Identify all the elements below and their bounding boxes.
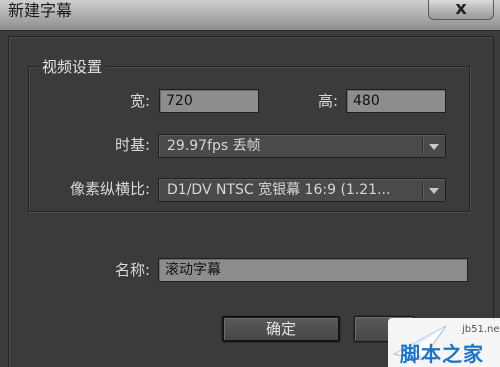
height-input[interactable]: 480 — [346, 89, 446, 113]
height-label: 高: — [317, 92, 338, 110]
pixel-aspect-value: D1/DV NTSC 宽银幕 16:9 (1.21... — [167, 182, 391, 198]
pixel-aspect-select[interactable]: D1/DV NTSC 宽银幕 16:9 (1.21... — [158, 178, 446, 202]
width-label: 宽: — [129, 92, 150, 110]
video-settings-title: 视频设置 — [38, 58, 107, 76]
timebase-select[interactable]: 29.97fps 丢帧 — [158, 134, 446, 158]
name-label: 名称: — [114, 261, 150, 279]
close-button[interactable]: x — [428, 0, 494, 20]
close-icon: x — [455, 0, 467, 19]
ok-button[interactable]: 确定 — [222, 316, 340, 342]
new-title-dialog: 新建字幕 x 视频设置 宽: 720 高: 480 时基: 29.97fps 丢… — [0, 0, 500, 367]
width-input[interactable]: 720 — [159, 89, 259, 113]
watermark-domain: jb51.net — [462, 324, 500, 335]
timebase-value: 29.97fps 丢帧 — [167, 138, 261, 154]
dialog-title: 新建字幕 — [8, 1, 73, 20]
chevron-down-icon — [423, 179, 445, 201]
watermark-brand: 脚本之家 — [400, 342, 484, 366]
pixel-aspect-label: 像素纵横比: — [69, 180, 150, 198]
chevron-down-icon — [423, 135, 445, 157]
timebase-label: 时基: — [114, 136, 150, 154]
title-bar: 新建字幕 — [0, 0, 500, 31]
name-input[interactable]: 滚动字幕 — [158, 258, 468, 282]
